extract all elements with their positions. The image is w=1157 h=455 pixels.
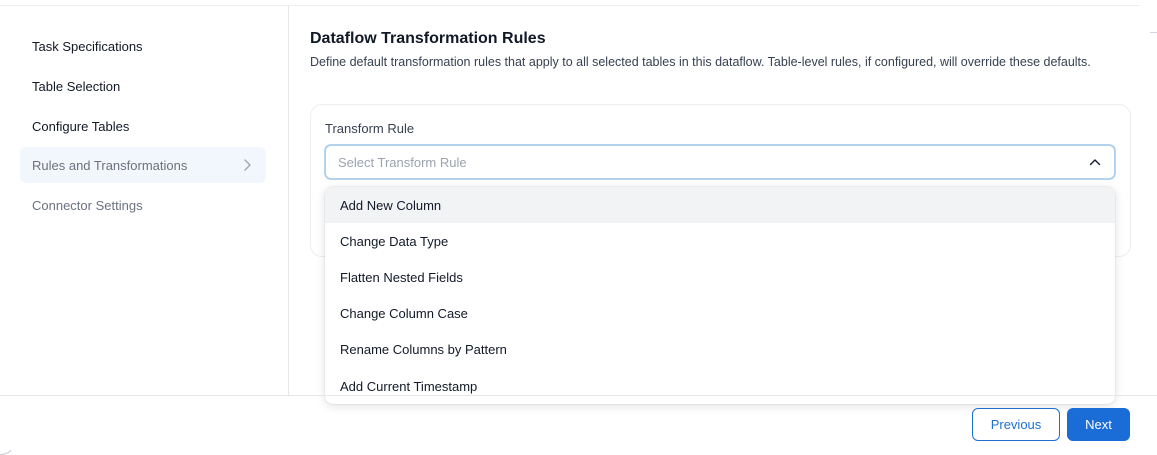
sidebar-nav: Task Specifications Table Selection Conf…: [0, 6, 289, 395]
transform-rule-label: Transform Rule: [325, 121, 415, 136]
transform-rule-placeholder: Select Transform Rule: [338, 154, 467, 170]
sidebar-item-label: Connector Settings: [32, 197, 143, 213]
chevron-right-icon: [244, 159, 251, 171]
sidebar-item-table-selection[interactable]: Table Selection: [20, 68, 266, 104]
next-button[interactable]: Next: [1067, 408, 1130, 441]
option-add-new-column[interactable]: Add New Column: [325, 187, 1115, 224]
transform-rule-select[interactable]: Select Transform Rule: [324, 144, 1116, 180]
page-description: Define default transformation rules that…: [310, 55, 1091, 69]
sidebar-item-label: Rules and Transformations: [32, 157, 188, 173]
sidebar-item-label: Task Specifications: [32, 38, 143, 54]
option-rename-columns-by-pattern[interactable]: Rename Columns by Pattern: [325, 332, 1115, 368]
sidebar-item-configure-tables[interactable]: Configure Tables: [20, 108, 266, 144]
option-flatten-nested-fields[interactable]: Flatten Nested Fields: [325, 259, 1115, 295]
window-corner: [0, 425, 16, 455]
option-add-current-timestamp[interactable]: Add Current Timestamp: [325, 368, 1115, 404]
sidebar-item-rules-and-transformations[interactable]: Rules and Transformations: [20, 147, 266, 183]
option-change-data-type[interactable]: Change Data Type: [325, 223, 1115, 259]
chevron-up-icon[interactable]: [1088, 155, 1102, 169]
edge-tick: [1150, 32, 1157, 33]
sidebar-item-label: Configure Tables: [32, 118, 130, 134]
footer-divider: [0, 395, 1157, 396]
option-change-column-case[interactable]: Change Column Case: [325, 296, 1115, 332]
sidebar-item-connector-settings[interactable]: Connector Settings: [20, 187, 266, 223]
sidebar-item-label: Table Selection: [32, 78, 121, 94]
page-title: Dataflow Transformation Rules: [310, 30, 546, 47]
sidebar-item-task-specifications[interactable]: Task Specifications: [20, 28, 266, 64]
transform-rule-dropdown: Add New Column Change Data Type Flatten …: [325, 187, 1115, 404]
previous-button[interactable]: Previous: [972, 408, 1060, 441]
